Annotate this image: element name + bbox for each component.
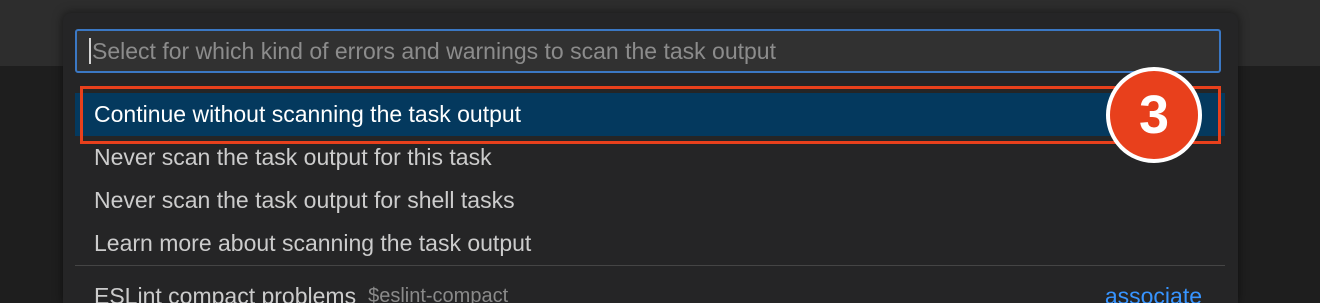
- list-item-never-scan-shell-tasks[interactable]: Never scan the task output for shell tas…: [75, 179, 1225, 222]
- list-separator: [75, 265, 1225, 266]
- list-item-label: Never scan the task output for this task: [94, 144, 492, 170]
- list-item-label: Continue without scanning the task outpu…: [94, 101, 522, 127]
- list-item-label: ESLint compact problems: [94, 283, 357, 303]
- list-item-detail: $eslint-compact: [368, 285, 509, 303]
- quick-pick-dialog: Select for which kind of errors and warn…: [63, 13, 1238, 303]
- list-item-learn-more[interactable]: Learn more about scanning the task outpu…: [75, 222, 1225, 265]
- quick-pick-input[interactable]: Select for which kind of errors and warn…: [75, 29, 1221, 73]
- list-item-never-scan-this-task[interactable]: Never scan the task output for this task: [75, 136, 1225, 179]
- step-number-badge: 3: [1106, 67, 1202, 163]
- list-item-label: Learn more about scanning the task outpu…: [94, 230, 532, 256]
- associate-link[interactable]: associate: [1105, 283, 1202, 303]
- list-item-continue-without-scanning[interactable]: Continue without scanning the task outpu…: [75, 93, 1225, 136]
- quick-pick-list: Continue without scanning the task outpu…: [75, 93, 1225, 265]
- quick-pick-placeholder: Select for which kind of errors and warn…: [92, 37, 776, 64]
- list-item-label: Never scan the task output for shell tas…: [94, 187, 515, 213]
- list-item-eslint-compact[interactable]: ESLint compact problems $eslint-compact …: [75, 275, 1225, 303]
- text-cursor: [89, 38, 91, 64]
